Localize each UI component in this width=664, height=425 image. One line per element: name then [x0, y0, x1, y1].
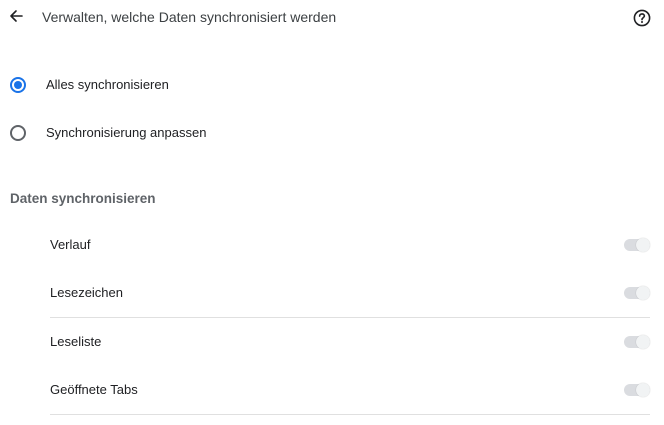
radio-sync-all[interactable]: Alles synchronisieren — [0, 65, 664, 105]
sync-item-history: Verlauf — [50, 221, 650, 269]
radio-customize-sync[interactable]: Synchronisierung anpassen — [0, 113, 664, 153]
sync-item-label: Verlauf — [50, 237, 91, 252]
radio-button-unselected[interactable] — [10, 125, 26, 141]
arrow-left-icon — [10, 10, 23, 22]
radio-label: Synchronisierung anpassen — [46, 125, 207, 140]
toggle-knob — [636, 286, 650, 300]
sync-settings-page: Verwalten, welche Daten synchronisiert w… — [0, 0, 664, 425]
divider — [50, 414, 650, 415]
history-toggle[interactable] — [624, 237, 650, 253]
sync-item-open-tabs: Geöffnete Tabs — [50, 366, 650, 414]
toggle-knob — [636, 383, 650, 397]
toggle-knob — [636, 238, 650, 252]
page-title: Verwalten, welche Daten synchronisiert w… — [42, 9, 337, 25]
bookmarks-toggle[interactable] — [624, 285, 650, 301]
page-header: Verwalten, welche Daten synchronisiert w… — [0, 0, 664, 36]
reading-list-toggle[interactable] — [624, 334, 650, 350]
radio-label: Alles synchronisieren — [46, 77, 169, 92]
open-tabs-toggle[interactable] — [624, 382, 650, 398]
section-title: Daten synchronisieren — [10, 191, 156, 206]
help-circle-icon — [633, 9, 651, 27]
help-button[interactable] — [631, 7, 653, 29]
sync-item-label: Lesezeichen — [50, 285, 123, 300]
sync-item-reading-list: Leseliste — [50, 317, 650, 365]
sync-item-bookmarks: Lesezeichen — [50, 269, 650, 317]
back-button[interactable] — [4, 4, 28, 28]
toggle-knob — [636, 335, 650, 349]
sync-item-label: Geöffnete Tabs — [50, 382, 138, 397]
radio-button-selected[interactable] — [10, 77, 26, 93]
sync-item-label: Leseliste — [50, 334, 102, 349]
